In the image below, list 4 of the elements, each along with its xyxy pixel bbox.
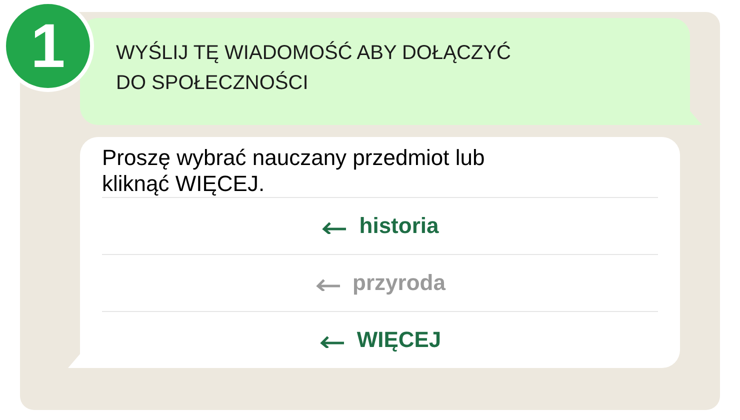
message-text: Proszę wybrać nauczany przedmiot lub kliknąć WIĘCEJ. bbox=[102, 145, 486, 197]
instruction-text: WYŚLIJ TĘ WIADOMOŚĆ ABY DOŁĄCZYĆ DO SPOŁECZNOŚCI bbox=[116, 40, 512, 96]
reply-option[interactable]: historia bbox=[102, 197, 658, 254]
reply-option[interactable]: WIĘCEJ bbox=[102, 311, 658, 368]
